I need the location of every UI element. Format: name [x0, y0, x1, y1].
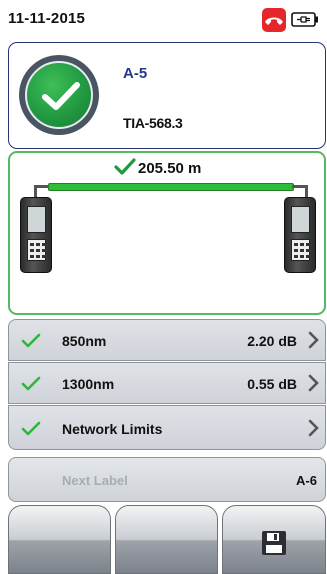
cable-id-label: A-5: [123, 65, 148, 82]
remote-tester-icon: [284, 197, 316, 273]
main-tester-icon: [20, 197, 52, 273]
phone-hangup-icon[interactable]: [262, 8, 286, 32]
check-icon: [114, 158, 136, 175]
measurement-row-network-limits[interactable]: Network Limits: [8, 405, 326, 450]
link-map-card[interactable]: 205.50 m: [8, 151, 326, 315]
next-label-value: A-6: [296, 473, 317, 488]
softkey-2[interactable]: [115, 505, 218, 574]
check-icon: [21, 421, 41, 436]
measurement-label: 1300nm: [62, 376, 115, 392]
save-icon: [262, 531, 286, 555]
next-label-row[interactable]: Next Label A-6: [8, 457, 326, 502]
measurement-value: 0.55 dB: [247, 376, 297, 392]
status-bar: 11-11-2015: [0, 0, 327, 40]
measurement-label: 850nm: [62, 333, 107, 349]
measurement-row-1300nm[interactable]: 1300nm 0.55 dB: [8, 362, 326, 404]
check-icon: [21, 376, 41, 391]
chevron-right-icon: [308, 419, 319, 437]
next-label-caption: Next Label: [62, 473, 128, 488]
measurement-label: Network Limits: [62, 421, 163, 437]
softkey-1[interactable]: [8, 505, 111, 574]
pass-check-icon: [19, 55, 99, 135]
measurement-value: 2.20 dB: [247, 333, 297, 349]
check-icon: [21, 333, 41, 348]
measurement-row-850nm[interactable]: 850nm 2.20 dB: [8, 319, 326, 361]
length-value: 205.50 m: [138, 160, 202, 177]
result-summary-card[interactable]: A-5 TIA-568.3: [8, 42, 326, 149]
fiber-cable-bar: [48, 183, 294, 191]
test-standard-label: TIA-568.3: [123, 115, 183, 131]
save-button[interactable]: [222, 505, 326, 574]
chevron-right-icon: [308, 374, 319, 392]
battery-plug-icon: [291, 12, 319, 27]
date-display: 11-11-2015: [8, 10, 86, 27]
chevron-right-icon: [308, 331, 319, 349]
